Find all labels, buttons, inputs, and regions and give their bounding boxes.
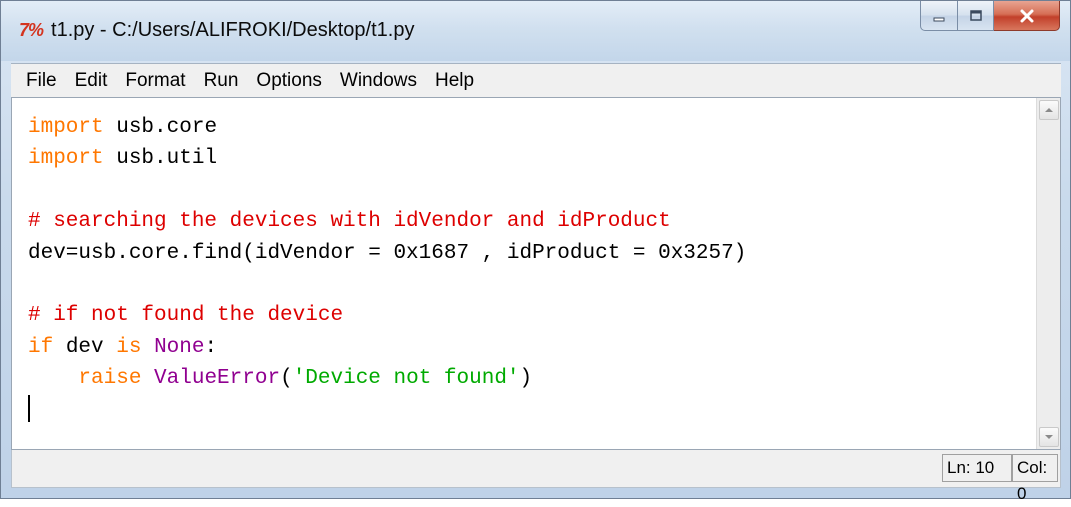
text-cursor [28,395,30,423]
code-line[interactable]: # if not found the device [28,300,746,331]
code-line[interactable] [28,395,746,426]
minimize-button[interactable] [920,1,958,31]
scroll-down-button[interactable] [1039,427,1059,447]
code-token: 'Device not found' [292,367,520,391]
code-token: None [154,335,205,359]
code-line[interactable]: # searching the devices with idVendor an… [28,206,746,237]
code-token: ValueError [154,367,281,391]
column-indicator: Col: 0 [1012,454,1058,503]
code-editor[interactable]: import usb.core import usb.util # searchin… [11,97,1061,450]
code-token: ) [519,367,533,391]
code-token: # searching the devices with idVendor an… [28,210,671,234]
menu-format[interactable]: Format [116,64,194,98]
code-line[interactable]: raise ValueError('Device not found') [28,363,746,394]
code-line[interactable] [28,175,746,206]
code-token: dev [53,335,117,359]
code-token: import [28,116,104,139]
menu-options[interactable]: Options [247,64,330,98]
code-line[interactable] [28,269,746,300]
window-title: t1.py - C:/Users/ALIFROKI/Desktop/t1.py [51,19,415,41]
scroll-up-arrow-icon [1045,108,1053,112]
status-bar: Ln: 10 Col: 0 [11,450,1061,503]
menu-file[interactable]: File [17,64,66,98]
window-controls [920,1,1060,31]
maximize-button[interactable] [958,1,994,31]
scroll-up-button[interactable] [1039,100,1059,120]
code-token: if [28,335,54,359]
code-token: is [116,335,142,359]
title-bar[interactable]: 7% t1.py - C:/Users/ALIFROKI/Desktop/t1.… [1,1,1070,61]
code-line[interactable]: import usb.util [28,143,746,174]
line-indicator: Ln: 10 [942,454,1012,482]
menu-edit[interactable]: Edit [66,64,117,98]
scroll-down-arrow-icon [1045,435,1053,439]
menu-help[interactable]: Help [426,64,483,98]
code-token: # if not found the device [28,304,344,328]
menu-bar: File Edit Format Run Options Windows Hel… [11,63,1061,97]
code-line[interactable]: if dev is None: [28,332,746,363]
code-token: usb.util [103,147,218,171]
code-token: raise [78,367,142,391]
menu-windows[interactable]: Windows [331,64,426,98]
close-button[interactable] [994,1,1060,31]
minimize-icon [933,17,945,21]
vertical-scrollbar[interactable] [1036,98,1060,449]
code-token: : [204,335,218,359]
code-token: dev=usb.core.find(idVendor = 0x1687 , id… [28,241,747,265]
idle-app-icon[interactable]: 7% [19,20,44,41]
title-area: 7% t1.py - C:/Users/ALIFROKI/Desktop/t1.… [19,19,414,42]
code-line[interactable]: dev=usb.core.find(idVendor = 0x1687 , id… [28,238,746,269]
menu-run[interactable]: Run [195,64,248,98]
code-token: import [28,147,104,171]
close-icon [1020,9,1033,22]
code-line[interactable]: import usb.core [28,112,746,143]
maximize-icon [969,9,982,21]
code-token: ( [280,367,293,391]
idle-editor-window: 7% t1.py - C:/Users/ALIFROKI/Desktop/t1.… [0,0,1071,503]
code-token: usb.core [103,116,218,139]
code-text[interactable]: import usb.core import usb.util # searchin… [28,112,746,426]
